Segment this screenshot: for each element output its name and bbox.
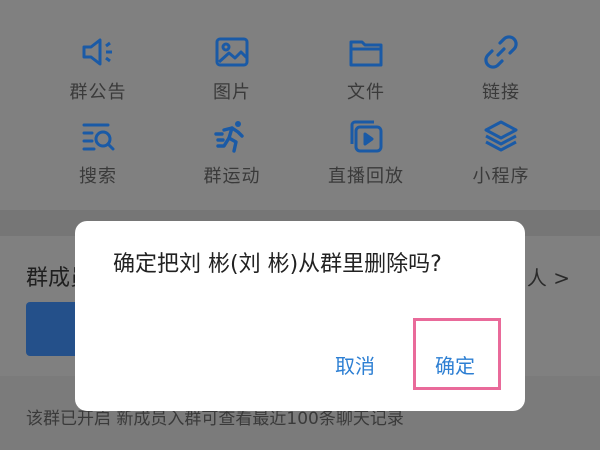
layers-icon (484, 120, 518, 152)
image-icon (215, 37, 249, 67)
tool-files[interactable]: 文件 (306, 34, 426, 104)
running-icon (214, 121, 244, 153)
tool-search[interactable]: 搜索 (38, 118, 158, 188)
tool-label: 直播回放 (328, 166, 404, 187)
tool-mini-program[interactable]: 小程序 (441, 118, 561, 188)
dialog-message: 确定把刘 彬(刘 彬)从群里删除吗? (113, 252, 442, 277)
member-avatar[interactable] (26, 302, 80, 356)
tool-label: 小程序 (472, 166, 530, 187)
confirm-highlight-box (413, 318, 501, 390)
cancel-button[interactable]: 取消 (335, 350, 375, 379)
tool-label: 链接 (482, 82, 520, 103)
megaphone-icon (82, 38, 112, 66)
tool-links[interactable]: 链接 (441, 34, 561, 104)
tool-label: 群公告 (69, 82, 127, 103)
group-tools-grid: 群公告 图片 文件 链接 搜索 群运动 直播回放 小程序 (0, 0, 600, 210)
link-icon (484, 35, 518, 69)
tool-images[interactable]: 图片 (172, 34, 292, 104)
tool-label: 搜索 (79, 166, 117, 187)
tool-group-sports[interactable]: 群运动 (172, 118, 292, 188)
search-list-icon (82, 123, 115, 151)
tool-live-replay[interactable]: 直播回放 (306, 118, 426, 188)
tool-label: 图片 (213, 82, 251, 103)
video-replay-icon (350, 120, 383, 153)
tool-announcement[interactable]: 群公告 (38, 34, 158, 104)
tool-label: 文件 (347, 82, 385, 103)
folder-icon (349, 40, 383, 67)
tool-label: 群运动 (203, 166, 261, 187)
